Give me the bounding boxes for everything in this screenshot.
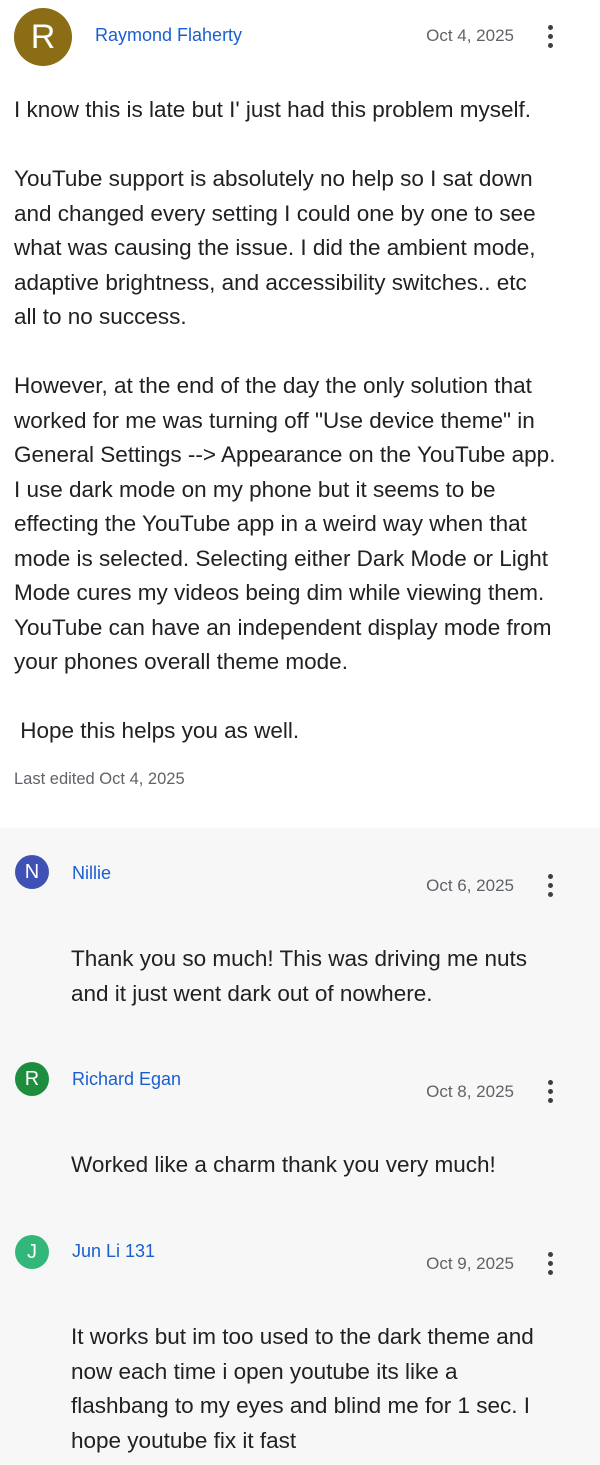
reply-avatar[interactable]: J (15, 1235, 49, 1269)
reply-date: Oct 8, 2025 (426, 1082, 514, 1101)
post-body: I know this is late but I' just had this… (14, 93, 594, 749)
reply-date: Oct 9, 2025 (426, 1254, 514, 1273)
post-line: General Settings --> Appearance on the Y… (14, 442, 556, 467)
reply-body: Thank you so much! This was driving me n… (71, 942, 527, 1011)
post-line: all to no success. (14, 304, 187, 329)
more-options-icon[interactable] (539, 1251, 563, 1277)
reply-line: Worked like a charm thank you very much! (71, 1152, 496, 1177)
reply-avatar[interactable]: R (15, 1062, 49, 1096)
post-line: YouTube can have an independent display … (14, 614, 552, 640)
reply-avatar[interactable]: N (15, 855, 49, 889)
reply-line: flashbang to my eyes and blind me for 1 … (71, 1393, 530, 1418)
reply-line: Thank you so much! This was driving me n… (71, 946, 528, 971)
reply-author-link[interactable]: Nillie (72, 863, 111, 884)
post-line: I know this is late but I' just had this… (14, 97, 532, 122)
reply-author-link[interactable]: Jun Li 131 (72, 1241, 155, 1262)
post-line: YouTube support is absolutely no help so… (14, 166, 533, 191)
reply-line: hope youtube fix it fast (71, 1427, 297, 1453)
more-options-icon[interactable] (539, 1079, 563, 1105)
post-line: effecting the YouTube app in a weird way… (14, 511, 527, 536)
more-options-icon[interactable] (539, 24, 563, 50)
post-line: worked for me was turning off "Use devic… (14, 407, 535, 433)
author-name-link[interactable]: Raymond Flaherty (95, 25, 242, 46)
author-avatar[interactable]: R (14, 8, 72, 66)
main-post: R Raymond Flaherty Oct 4, 2025 I know th… (0, 0, 600, 828)
replies-section: N Nillie Oct 6, 2025 Thank you so much! … (0, 828, 600, 1465)
reply-body: It works but im too used to the dark the… (71, 1320, 534, 1458)
post-line: adaptive brightness, and accessibility s… (14, 269, 527, 295)
post-line: and changed every setting I could one by… (14, 200, 536, 226)
reply-body: Worked like a charm thank you very much! (71, 1148, 496, 1183)
more-options-icon[interactable] (539, 873, 563, 899)
reply-line: now each time i open youtube its like a (71, 1358, 458, 1384)
post-line: your phones overall theme mode. (14, 649, 348, 674)
reply-line: and it just went dark out of nowhere. (71, 980, 433, 1006)
post-line: However, at the end of the day the only … (14, 373, 532, 398)
last-edited-label: Last edited Oct 4, 2025 (14, 770, 185, 788)
post-line: mode is selected. Selecting either Dark … (14, 545, 549, 571)
post-line: I use dark mode on my phone but it seems… (14, 476, 496, 502)
post-line: what was causing the issue. I did the am… (14, 235, 536, 260)
reply-line: It works but im too used to the dark the… (71, 1324, 534, 1349)
reply-date: Oct 6, 2025 (426, 876, 514, 895)
reply-author-link[interactable]: Richard Egan (72, 1069, 181, 1090)
post-date: Oct 4, 2025 (426, 26, 514, 45)
post-line: Hope this helps you as well. (14, 718, 300, 743)
post-line: Mode cures my videos being dim while vie… (14, 580, 545, 605)
